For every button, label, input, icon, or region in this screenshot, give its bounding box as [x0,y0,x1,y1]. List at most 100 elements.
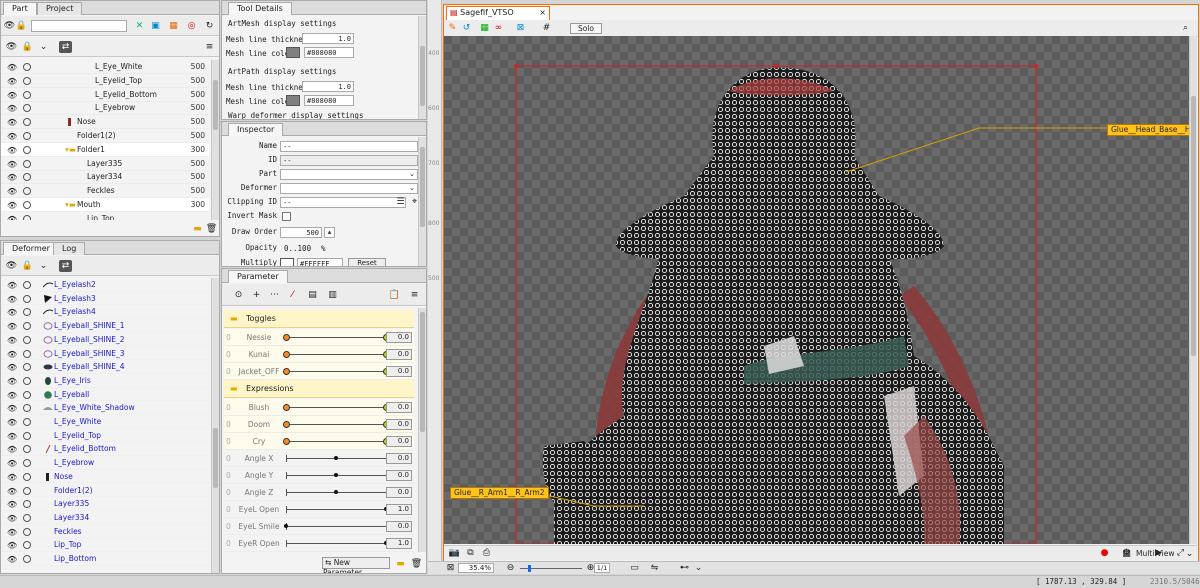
reset-button[interactable]: Reset [348,258,386,266]
deformer-row[interactable]: 👁 L_Eyelash4 [1,305,209,320]
tool-details-scrollbar[interactable] [418,16,426,119]
opacity-value[interactable]: 0..100 [284,244,311,253]
parameter-row[interactable]: 0 Cry 0.0 [224,433,414,450]
parameter-row[interactable]: 0 Kunai 0.0 [224,346,414,363]
corner-handle[interactable] [774,64,778,68]
eye-icon[interactable]: 👁 [7,416,17,430]
parameter-track[interactable] [286,526,386,527]
parameter-min-knob[interactable] [283,438,290,445]
magnet-icon[interactable]: ✕ [133,20,146,32]
parameter-value[interactable]: 0.0 [386,521,412,532]
parameter-row[interactable]: 0 Blush 0.0 [224,399,414,416]
add-key-icon[interactable]: + [250,289,263,301]
image-icon[interactable]: ▣ [149,20,162,32]
radio-icon[interactable] [23,214,31,220]
corner-handle[interactable] [514,64,518,68]
deformer-row[interactable]: 👁 L_Eyelash2 [1,278,209,292]
rotate-tool-icon[interactable]: ↺ [460,22,473,34]
parameter-track[interactable] [286,407,386,408]
palette-icon[interactable]: ▦ [478,22,491,34]
camera-settings-icon[interactable]: ⎙ [480,547,493,559]
radio-icon[interactable] [23,541,31,550]
part-row[interactable]: 👁 Layer335 500 [1,157,209,171]
artmesh-color-swatch[interactable] [286,47,300,58]
deformer-row[interactable]: 👁 L_Eye_Iris [1,374,209,388]
invert-mask-checkbox[interactable] [282,212,291,221]
eye-icon[interactable]: 👁 [7,498,17,512]
eye-icon[interactable]: 👁 [7,526,17,540]
zoom-slider[interactable] [520,565,582,572]
radio-icon[interactable] [23,132,31,140]
radio-icon[interactable] [23,322,31,331]
parameter-value[interactable]: 1.0 [386,538,412,549]
eye-icon[interactable]: 👁 [7,471,17,485]
radio-icon[interactable] [23,63,31,71]
parameter-row[interactable]: 0 EyeL Open 1.0 [224,501,414,518]
parameter-value[interactable]: 0.0 [386,419,412,430]
radio-icon[interactable] [23,104,31,113]
parameter-track[interactable] [286,509,386,510]
deformer-row[interactable]: 👁 L_Eyeball [1,388,209,402]
parameter-row[interactable]: 0 Doom 0.0 [224,416,414,433]
part-select[interactable]: ⌄ [280,169,418,180]
viewport-tab[interactable]: ▤ Sagefif_VTSO × [446,6,550,20]
link-icon[interactable]: 0 [226,433,231,450]
parameter-row[interactable]: 0 Nessie 0.0 [224,329,414,346]
link-icon[interactable]: 0 [226,467,231,484]
eye-icon[interactable]: 👁 [7,539,17,553]
flip-icon[interactable]: ⇋ [648,562,661,574]
deformer-row[interactable]: 👁 L_Eyeball_SHINE_4 [1,360,209,374]
eye-icon[interactable]: 👁 [7,512,17,526]
tab-part[interactable]: Part [3,2,37,15]
parameter-row[interactable]: 0 Angle Z 0.0 [224,484,414,501]
frame-icon[interactable]: ▭ [628,562,641,574]
eye-icon[interactable]: 👁 [5,260,18,272]
parameter-track[interactable] [286,354,386,355]
deformer-row[interactable]: 👁 L_Eye_White [1,415,209,429]
tab-deformer[interactable]: Deformer [3,242,59,255]
radio-icon[interactable] [23,201,31,209]
draw-order-field[interactable]: 500 [280,227,322,238]
link-icon[interactable]: 0 [226,518,231,535]
link-icon[interactable]: 0 [226,363,231,380]
tab-parameter[interactable]: Parameter [228,270,288,283]
multiply-color-swatch[interactable] [280,258,294,266]
swap-icon[interactable]: ⇄ [59,260,72,272]
ratio-button[interactable]: 1/1 [594,563,610,573]
deformer-row[interactable]: 👁 L_Eyebrow [1,456,209,470]
grid-alt-icon[interactable]: ▥ [326,289,339,301]
deformer-row[interactable]: 👁 Folder1(2) [1,484,209,498]
lock-icon[interactable]: 🔒 [21,260,34,272]
tab-project[interactable]: Project [37,2,83,15]
lock-icon[interactable]: 🔒 [15,20,28,32]
radio-icon[interactable] [23,445,31,454]
parameter-min-knob[interactable] [283,368,290,375]
eye-icon[interactable]: 👁 [7,443,17,457]
search-icon[interactable]: ⌕ [1179,22,1192,34]
radio-icon[interactable] [23,555,31,563]
part-row[interactable]: 👁 Nose 500 [1,115,209,130]
parameter-row[interactable]: 0 Angle Y 0.0 [224,467,414,484]
tab-log[interactable]: Log [53,242,86,255]
parameter-track[interactable] [286,424,386,425]
fit-screen-icon[interactable]: ⊠ [444,562,457,574]
deformer-row[interactable]: 👁 Layer334 [1,511,209,525]
trash-icon[interactable]: 🗑 [205,223,218,235]
copy-camera-icon[interactable]: ⧉ [464,547,477,559]
radio-icon[interactable] [23,418,31,426]
parameter-min-knob[interactable] [283,351,290,358]
parameter-row[interactable]: 0 Jacket_OFF 0.0 [224,363,414,380]
eye-icon[interactable]: 👁 [7,457,17,471]
parameter-group-header[interactable]: ▬ Toggles [224,310,414,328]
radio-icon[interactable] [23,90,31,99]
parameter-knob[interactable] [334,456,338,460]
zoom-field[interactable]: 35.4% [458,563,494,573]
radio-icon[interactable] [23,145,31,154]
folder-icon[interactable]: ▬ [394,558,407,570]
deformer-row[interactable]: 👁 L_Eyelash3 [1,292,209,306]
link-icon[interactable]: 0 [226,346,231,363]
menu-icon[interactable]: ≡ [203,41,216,53]
eye-icon[interactable]: 👁 [7,361,17,375]
fit-icon[interactable]: ⊠ [514,22,527,34]
eye-icon[interactable]: 👁 [7,334,17,348]
